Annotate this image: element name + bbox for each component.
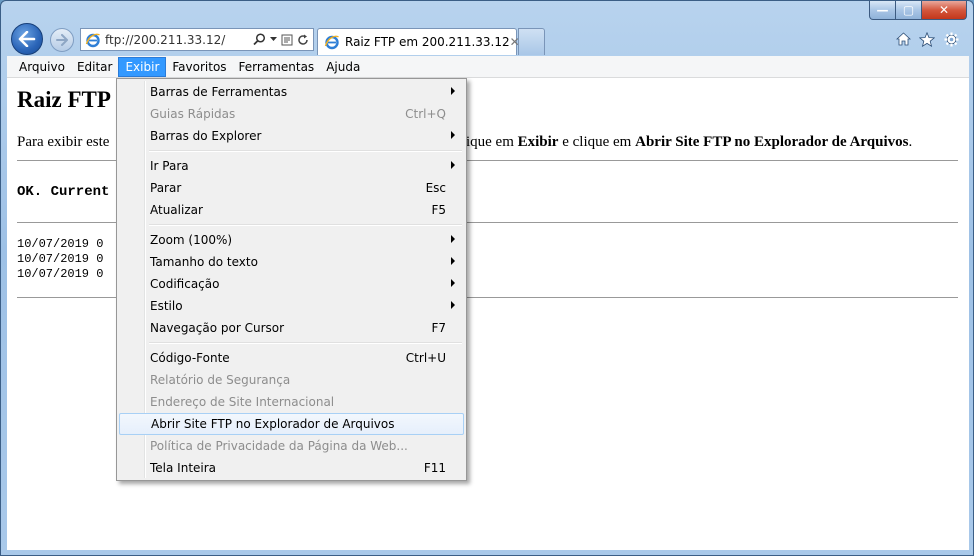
menu-item-shortcut: Ctrl+U xyxy=(405,351,446,365)
menu-separator xyxy=(119,221,464,229)
menu-item-shortcut: F7 xyxy=(431,321,446,335)
minimize-button[interactable]: — xyxy=(869,1,896,20)
menu-abrir-ftp[interactable]: Abrir Site FTP no Explorador de Arquivos xyxy=(119,413,464,435)
instruction-abrir-ftp: Abrir Site FTP no Explorador de Arquivos xyxy=(635,134,909,150)
menu-item-shortcut: F11 xyxy=(423,461,446,475)
status-line: OK. Current xyxy=(17,184,110,200)
new-tab-button[interactable] xyxy=(518,28,545,55)
menu-arquivo[interactable]: Arquivo xyxy=(13,57,71,77)
window-controls: — ▢ ✕ xyxy=(869,1,967,20)
menu-item-label: Endereço de Site Internacional xyxy=(150,395,335,409)
instruction-exibir: Exibir xyxy=(517,134,559,150)
menu-estilo[interactable]: Estilo xyxy=(119,295,464,317)
menu-tamanho-texto[interactable]: Tamanho do texto xyxy=(119,251,464,273)
menu-item-label: Código-Fonte xyxy=(150,351,230,365)
menu-relatorio-seguranca: Relatório de Segurança xyxy=(119,369,464,391)
submenu-arrow-icon xyxy=(451,257,455,265)
ftp-listing: 10/07/2019 0 10/07/2019 0 10/07/2019 0 xyxy=(17,237,103,282)
maximize-button[interactable]: ▢ xyxy=(896,1,922,20)
menu-endereco-internacional: Endereço de Site Internacional xyxy=(119,391,464,413)
submenu-arrow-icon xyxy=(451,235,455,243)
menu-politica-privacidade: Política de Privacidade da Página da Web… xyxy=(119,435,464,457)
menu-ajuda[interactable]: Ajuda xyxy=(320,57,366,77)
menu-favoritos[interactable]: Favoritos xyxy=(166,57,232,77)
tab-title: Raiz FTP em 200.211.33.12 xyxy=(345,35,510,49)
listing-row: 10/07/2019 0 xyxy=(17,252,104,266)
menu-item-label: Barras do Explorer xyxy=(150,129,262,143)
instruction-and: e clique em xyxy=(558,134,636,150)
instruction-start: Para exibir este xyxy=(17,134,110,150)
menu-parar[interactable]: Parar Esc xyxy=(119,177,464,199)
menu-zoom[interactable]: Zoom (100%) xyxy=(119,229,464,251)
menu-item-label: Guias Rápidas xyxy=(150,107,236,121)
home-icon[interactable] xyxy=(895,30,911,48)
menu-item-label: Estilo xyxy=(150,299,183,313)
submenu-arrow-icon xyxy=(451,131,455,139)
menu-item-label: Abrir Site FTP no Explorador de Arquivos xyxy=(151,417,395,431)
ie-tab-icon xyxy=(324,35,339,50)
listing-row: 10/07/2019 0 xyxy=(17,237,104,251)
arrow-right-icon xyxy=(56,34,68,46)
menu-item-label: Parar xyxy=(150,181,182,195)
menu-ir-para[interactable]: Ir Para xyxy=(119,155,464,177)
menu-item-label: Navegação por Cursor xyxy=(150,321,285,335)
menu-separator xyxy=(119,147,464,155)
forward-button[interactable] xyxy=(50,28,74,52)
submenu-arrow-icon xyxy=(451,161,455,169)
listing-row: 10/07/2019 0 xyxy=(17,267,104,281)
menu-exibir[interactable]: Exibir xyxy=(118,56,167,77)
menu-item-label: Zoom (100%) xyxy=(150,233,233,247)
menu-bar: Arquivo Editar Exibir Favoritos Ferramentas A… xyxy=(7,56,969,78)
menu-item-label: Barras de Ferramentas xyxy=(150,85,288,99)
favorites-star-icon[interactable] xyxy=(919,30,935,48)
menu-item-label: Tela Inteira xyxy=(150,461,217,475)
menu-codigo-fonte[interactable]: Código-Fonte Ctrl+U xyxy=(119,347,464,369)
menu-navegacao-cursor[interactable]: Navegação por Cursor F7 xyxy=(119,317,464,339)
search-icon[interactable] xyxy=(253,33,266,46)
menu-codificacao[interactable]: Codificação xyxy=(119,273,464,295)
browser-window: — ▢ ✕ ftp://200.211.33.12/ Raiz FTP em 2… xyxy=(0,0,974,556)
menu-ferramentas[interactable]: Ferramentas xyxy=(233,57,321,77)
tab-raiz-ftp[interactable]: Raiz FTP em 200.211.33.12 ✕ xyxy=(317,28,520,55)
menu-item-label: Política de Privacidade da Página da Web… xyxy=(150,439,408,453)
menu-item-label: Tamanho do texto xyxy=(150,255,258,269)
menu-item-shortcut: Ctrl+Q xyxy=(405,107,446,121)
submenu-arrow-icon xyxy=(451,87,455,95)
address-bar[interactable] xyxy=(80,28,314,51)
menu-atualizar[interactable]: Atualizar F5 xyxy=(119,199,464,221)
menu-item-label: Relatório de Segurança xyxy=(150,373,291,387)
menu-guias-rapidas: Guias Rápidas Ctrl+Q xyxy=(119,103,464,125)
back-button[interactable] xyxy=(11,23,43,55)
compatibility-view-icon[interactable] xyxy=(281,34,293,46)
address-tools xyxy=(253,33,309,46)
arrow-left-icon xyxy=(18,31,36,47)
close-window-button[interactable]: ✕ xyxy=(922,1,967,20)
menu-item-shortcut: F5 xyxy=(431,203,446,217)
instruction-period: . xyxy=(908,134,913,150)
menu-item-label: Atualizar xyxy=(150,203,203,217)
gear-icon[interactable] xyxy=(943,30,959,48)
chevron-down-icon[interactable] xyxy=(270,37,277,42)
menu-separator xyxy=(119,339,464,347)
exibir-dropdown-menu: Barras de Ferramentas Guias Rápidas Ctrl+Q… xyxy=(116,78,467,481)
submenu-arrow-icon xyxy=(451,279,455,287)
menu-barras-ferramentas[interactable]: Barras de Ferramentas xyxy=(119,81,464,103)
menu-tela-inteira[interactable]: Tela Inteira F11 xyxy=(119,457,464,479)
page-title: Raiz FTP xyxy=(17,87,111,112)
menu-item-label: Codificação xyxy=(150,277,220,291)
menu-item-shortcut: Esc xyxy=(425,181,446,195)
menu-editar[interactable]: Editar xyxy=(71,57,119,77)
menu-item-label: Ir Para xyxy=(150,159,189,173)
instruction-middle: ique em xyxy=(465,134,518,150)
menu-barras-explorer[interactable]: Barras do Explorer xyxy=(119,125,464,147)
browser-toolbar-icons xyxy=(895,30,959,48)
refresh-icon[interactable] xyxy=(297,34,309,46)
address-input[interactable] xyxy=(105,32,245,47)
ie-logo-icon xyxy=(85,33,100,47)
submenu-arrow-icon xyxy=(451,301,455,309)
